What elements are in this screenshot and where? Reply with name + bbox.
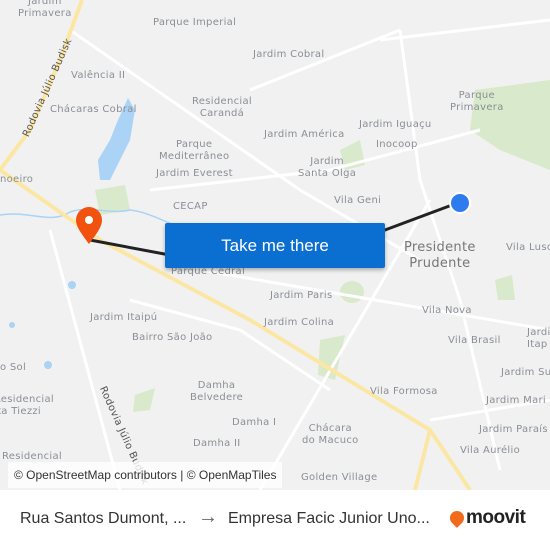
map-label: Jardim Itaipú [90, 312, 158, 323]
map-label: Vila Aurélio [460, 445, 520, 456]
map-label: Bairro São João [132, 332, 213, 343]
map-label: Parque Imperial [153, 17, 237, 28]
map-label: Parque Primavera [450, 90, 504, 113]
map-label: Vila Nova [422, 305, 472, 316]
map-label: Vila Formosa [370, 386, 438, 397]
map-label: o Sol [0, 362, 27, 373]
map[interactable]: Jardim Primavera Parque Imperial Jardim … [0, 0, 550, 490]
map-label: Chácaras Cobral [50, 104, 137, 115]
origin-marker [449, 192, 471, 214]
moovit-pin-icon [447, 508, 467, 528]
take-me-there-button[interactable]: Take me there [165, 223, 385, 268]
map-label: Jardim Paraís [479, 424, 548, 435]
map-label: Jardim América [264, 129, 345, 140]
map-label: noeiro [0, 174, 34, 185]
map-attribution[interactable]: © OpenStreetMap contributors | © OpenMap… [8, 462, 283, 488]
map-label: Valência II [71, 70, 126, 81]
moovit-wordmark: moovit [466, 507, 526, 528]
map-label: Residencial ita Tiezzi [0, 394, 54, 417]
map-label: Jardim Su [501, 367, 550, 378]
arrow-right-icon: → [198, 506, 218, 528]
map-label: Vila Geni [334, 195, 382, 206]
destination-name: Empresa Facic Junior Uno... [228, 510, 430, 527]
city-label: Presidente Prudente [404, 240, 476, 271]
map-label: Parque Mediterrâneo [159, 139, 230, 162]
map-label: Vila Brasil [448, 335, 501, 346]
map-label: Jardim Iguaçu [359, 119, 432, 130]
map-label: Damha Belvedere [190, 380, 244, 403]
map-label: Chácara do Macuco [302, 423, 359, 446]
map-label: Inocoop [376, 139, 418, 150]
route-bar: Rua Santos Dumont, ... → Empresa Facic J… [0, 490, 550, 550]
map-label: Jardim Cobral [253, 49, 325, 60]
map-label: Jardim Everest [156, 168, 233, 179]
map-label: Jardim Primavera [18, 0, 72, 19]
map-label: Vila Luso [506, 242, 550, 253]
map-label: Golden Village [301, 472, 378, 483]
map-label: CECAP [173, 201, 208, 212]
map-label: Jardim Paris [270, 290, 333, 301]
map-label: Residencial Carandá [192, 96, 252, 119]
map-label: Jardim Itap [527, 327, 550, 350]
moovit-logo: moovit [447, 507, 526, 529]
map-label: Jardim Colina [264, 317, 335, 328]
map-label: Jardim Santa Olga [298, 156, 357, 179]
map-label: Jardim Mari [486, 395, 547, 406]
map-label: Damha II [193, 438, 241, 449]
map-label: Damha I [232, 417, 277, 428]
origin-name: Rua Santos Dumont, ... [20, 510, 187, 527]
